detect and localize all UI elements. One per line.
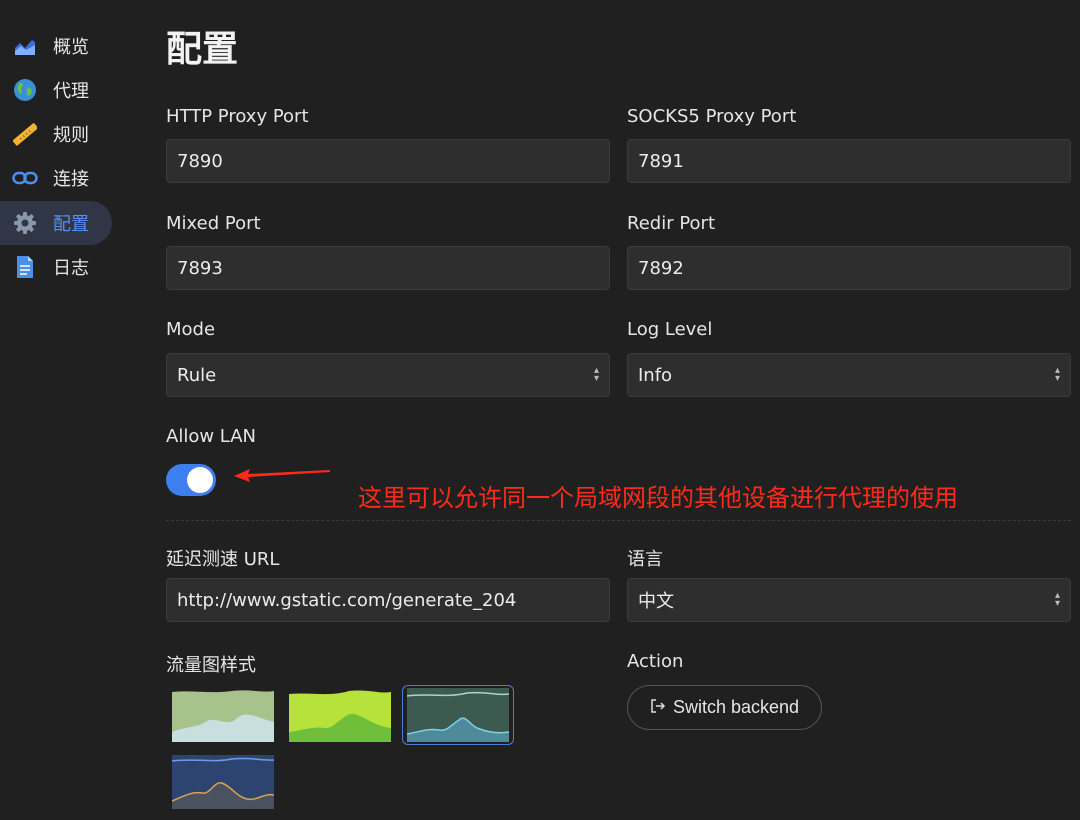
mixed-port-label: Mixed Port <box>166 213 261 234</box>
language-select[interactable]: 中文 ▴ ▾ <box>627 578 1071 622</box>
page-title: 配置 <box>166 29 239 70</box>
sidebar-item-label: 概览 <box>53 37 89 58</box>
sidebar-item-label: 代理 <box>53 81 89 102</box>
document-icon <box>12 254 38 280</box>
log-level-label: Log Level <box>627 319 713 340</box>
traffic-style-option-2[interactable] <box>289 688 391 742</box>
sidebar-item-label: 连接 <box>53 169 89 190</box>
gear-icon <box>12 210 38 236</box>
sidebar-item-proxies[interactable]: 代理 <box>0 68 112 112</box>
allow-lan-toggle[interactable] <box>166 464 216 496</box>
language-label: 语言 <box>627 549 663 570</box>
http-port-label: HTTP Proxy Port <box>166 106 309 127</box>
mode-value: Rule <box>177 364 217 386</box>
sidebar-item-logs[interactable]: 日志 <box>0 245 112 289</box>
config-panel: 配置 HTTP Proxy Port SOCKS5 Proxy Port Mix… <box>166 0 1071 820</box>
mode-label: Mode <box>166 319 216 340</box>
toggle-knob <box>187 467 213 493</box>
log-level-value: Info <box>638 364 673 386</box>
divider <box>166 520 1071 521</box>
allow-lan-label: Allow LAN <box>166 426 256 447</box>
socks-port-label: SOCKS5 Proxy Port <box>627 106 797 127</box>
traffic-style-option-4[interactable] <box>172 755 274 809</box>
redir-port-input[interactable] <box>627 246 1071 290</box>
redir-port-label: Redir Port <box>627 213 716 234</box>
globe-icon <box>12 77 38 103</box>
action-label: Action <box>627 651 684 672</box>
sidebar-item-rules[interactable]: 规则 <box>0 112 112 156</box>
traffic-style-option-3[interactable] <box>407 688 509 742</box>
log-level-select[interactable]: Info ▴ ▾ <box>627 353 1071 397</box>
language-value: 中文 <box>638 591 674 612</box>
mode-select[interactable]: Rule ▴ ▾ <box>166 353 610 397</box>
latency-url-label: 延迟测速 URL <box>166 549 280 570</box>
sidebar-item-connections[interactable]: 连接 <box>0 156 112 200</box>
annotation-text: 这里可以允许同一个局域网段的其他设备进行代理的使用 <box>358 484 958 512</box>
switch-backend-label: Switch backend <box>672 697 800 717</box>
switch-backend-button[interactable]: Switch backend <box>627 685 822 730</box>
sidebar-item-label: 日志 <box>53 258 89 279</box>
select-arrows-icon: ▴ ▾ <box>1054 365 1060 384</box>
socks-port-input[interactable] <box>627 139 1071 183</box>
annotation-arrow-icon <box>234 469 330 482</box>
sidebar-item-label: 规则 <box>53 125 89 146</box>
traffic-style-label: 流量图样式 <box>166 655 256 676</box>
select-arrows-icon: ▴ ▾ <box>1054 590 1060 609</box>
mixed-port-input[interactable] <box>166 246 610 290</box>
traffic-style-option-1[interactable] <box>172 688 274 742</box>
latency-url-input[interactable] <box>166 578 610 622</box>
select-arrows-icon: ▴ ▾ <box>593 365 599 384</box>
logout-icon <box>650 698 666 718</box>
sidebar-item-label: 配置 <box>53 214 89 235</box>
link-icon <box>12 165 38 191</box>
sidebar: 概览 代理 规则 连接 配置 日志 <box>0 0 130 820</box>
sidebar-item-config[interactable]: 配置 <box>0 201 112 245</box>
overview-chart-icon <box>12 33 38 59</box>
sidebar-item-overview[interactable]: 概览 <box>0 24 112 68</box>
ruler-icon <box>12 121 38 147</box>
http-port-input[interactable] <box>166 139 610 183</box>
